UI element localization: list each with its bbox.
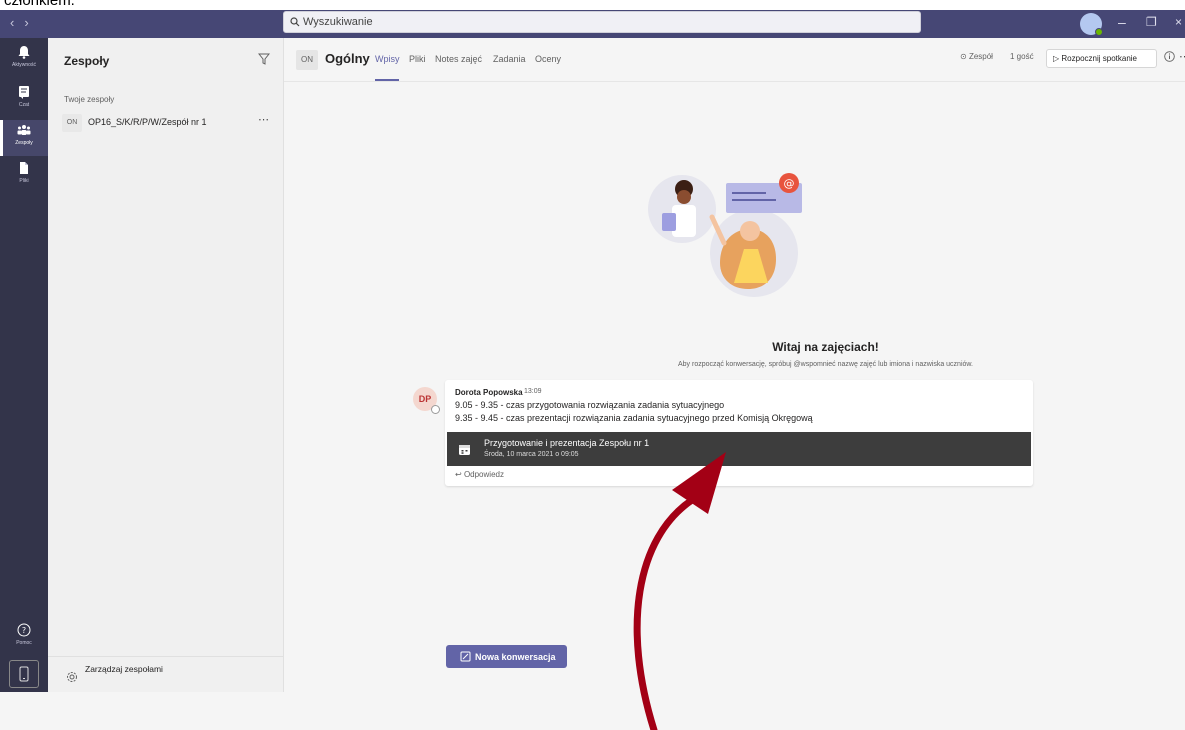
filter-icon[interactable] [258,53,270,65]
rail-item-files[interactable]: Pliki [0,158,48,194]
teams-panel-title: Zespoły [64,54,110,68]
start-meeting-button[interactable]: ▷ Rozpocznij spotkanie [1046,49,1157,68]
reply-icon: ↩ [455,470,462,479]
svg-text:@: @ [784,177,795,190]
phone-icon [19,666,29,682]
start-meeting-label: Rozpocznij spotkanie [1061,54,1137,63]
svg-text:?: ? [22,626,26,635]
minimize-icon[interactable]: – [1118,14,1126,30]
tab-assignments[interactable]: Zadania [493,54,526,64]
forward-arrow-icon[interactable]: › [24,15,38,30]
author-avatar: DP [413,387,440,414]
chat-icon [19,86,29,99]
search-icon [290,17,300,27]
rail-label-help: Pomoc [16,640,32,646]
search-placeholder: Wyszukiwanie [303,16,373,28]
teams-icon [17,125,31,135]
team-avatar: ON [62,114,82,132]
welcome-illustration: @ [648,173,802,297]
info-icon[interactable] [1164,51,1175,62]
post-line: 9.35 - 9.45 - czas prezentacji rozwiązan… [455,413,813,423]
reply-label: Odpowiedz [463,470,504,479]
more-options-icon[interactable]: ⋯ [258,113,269,126]
history-nav[interactable]: ‹› [10,15,39,30]
reply-button[interactable]: ↩ Odpowiedz [455,470,504,479]
manage-teams-label: Zarządzaj zespołami [85,664,163,674]
meeting-date: Środa, 10 marca 2021 o 09:05 [484,451,579,458]
team-icon: ⊙ [960,52,967,61]
post-line: 9.05 - 9.35 - czas przygotowania rozwiąz… [455,400,725,410]
annotation-arrow [633,452,726,730]
presence-icon [431,405,440,414]
rail-item-activity[interactable]: Aktywność [0,42,48,78]
channel-title: Ogólny [325,51,370,66]
file-icon [20,162,28,174]
app-rail: Aktywność Czat Zespoły Pliki ? Pomoc [0,38,48,692]
rail-label-teams: Zespoły [15,140,33,146]
manage-teams[interactable]: Zarządzaj zespołami [48,656,283,692]
team-members-label: Zespół [968,52,993,61]
tab-grades[interactable]: Oceny [535,54,561,64]
team-name: OP16_S/K/R/P/W/Zespół nr 1 [88,117,207,127]
welcome-subtitle: Aby rozpocząć konwersację, spróbuj @wspo… [677,361,974,368]
new-conversation-label: Nowa konwersacja [475,652,556,662]
search-input[interactable]: Wyszukiwanie [283,11,921,33]
channel-header: ON Ogólny Wpisy Pliki Notes zajęć Zadani… [284,38,1185,82]
author-initials: DP [418,394,432,404]
team-item[interactable]: ON OP16_S/K/R/P/W/Zespół nr 1 ⋯ [62,111,278,135]
welcome-title: Witaj na zajęciach! [772,340,879,354]
rail-item-teams[interactable]: Zespoły [0,120,48,156]
back-arrow-icon[interactable]: ‹ [10,15,24,30]
maximize-icon[interactable]: ❐ [1146,15,1157,29]
close-icon[interactable]: × [1175,15,1182,29]
camera-icon: ▷ [1053,54,1060,63]
rail-label-chat: Czat [18,102,30,108]
mobile-app-button[interactable] [9,660,39,688]
rail-item-chat[interactable]: Czat [0,82,48,118]
user-avatar[interactable] [1080,13,1103,36]
rail-label-files: Pliki [19,178,29,184]
tab-files[interactable]: Pliki [409,54,426,64]
rail-label-activity: Aktywność [12,62,36,68]
new-conversation-button[interactable]: Nowa konwersacja [446,645,567,668]
calendar-icon [459,445,470,455]
post-author: Dorota Popowska [455,388,523,397]
active-tab-indicator [375,79,399,81]
tab-class-notebook[interactable]: Notes zajęć [435,54,482,64]
channel-team-avatar: ON [296,50,318,70]
bell-icon [18,46,30,59]
title-bar: ‹› Wyszukiwanie – ❐ × [0,10,1185,38]
presence-icon [1095,28,1103,36]
cropped-text-fragment: członkiem. [0,0,1185,10]
more-options-icon[interactable]: ⋯ [1179,50,1185,63]
guests-count[interactable]: 1 gość [1010,52,1034,61]
channel-view: ON Ogólny Wpisy Pliki Notes zajęć Zadani… [284,38,1185,730]
team-members-button[interactable]: ⊙ Zespół [960,52,993,61]
rail-item-help[interactable]: ? Pomoc [0,620,48,656]
teams-panel: Zespoły Twoje zespoły ON OP16_S/K/R/P/W/… [48,38,284,692]
tab-posts[interactable]: Wpisy [375,54,400,64]
post-time: 13:09 [524,388,542,395]
compose-icon [460,651,471,662]
gear-icon [67,672,77,682]
your-teams-heading: Twoje zespoły [64,95,115,104]
help-icon: ? [17,623,31,637]
